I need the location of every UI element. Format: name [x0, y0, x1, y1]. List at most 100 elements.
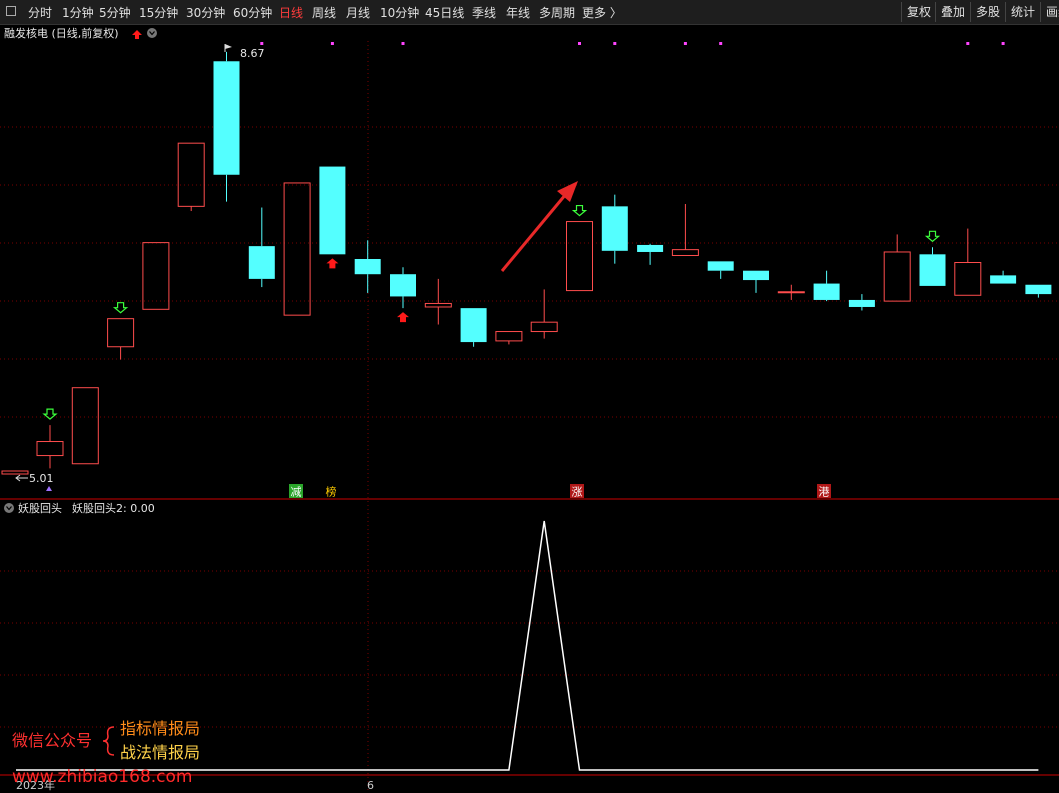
watermark-line1: 指标情报局 [120, 719, 200, 738]
candle-10 [390, 267, 416, 309]
candle-24-body [883, 251, 911, 302]
top-marker-icon-2 [401, 42, 405, 45]
candle-2 [107, 318, 135, 360]
partial-candle-stub [1, 470, 29, 475]
candle-6 [248, 207, 275, 288]
candle-9 [354, 240, 381, 293]
candle-26-body [954, 262, 982, 296]
candle-10-body [390, 274, 416, 297]
period-tab-5[interactable]: 60分钟 [233, 4, 272, 21]
top-marker-icon-0 [260, 42, 264, 45]
period-tab-11[interactable]: 季线 [472, 4, 496, 21]
period-tab-8[interactable]: 月线 [346, 4, 370, 21]
candle-22 [813, 270, 840, 302]
buy-signal-icon-1 [112, 302, 129, 314]
candle-14 [530, 289, 558, 339]
buy-signal-icon-3 [924, 230, 941, 243]
buy-signal-icon-2 [571, 204, 588, 217]
sub-panel-title: 妖股回头 [18, 501, 62, 515]
badge-3: 涨 [570, 484, 584, 499]
period-tab-0[interactable]: 分时 [28, 4, 52, 21]
toolbar-button-4[interactable]: 画线 [1040, 2, 1059, 22]
badge-2-text: 榜 [326, 485, 337, 499]
period-tab-12[interactable]: 年线 [506, 4, 530, 21]
candle-11 [424, 278, 452, 325]
badge-1-text: 减 [291, 486, 302, 499]
candle-12 [460, 308, 487, 347]
toolbar-button-1[interactable]: 叠加 [935, 2, 970, 22]
period-tab-4[interactable]: 30分钟 [186, 4, 225, 21]
watermark-line2: 战法情报局 [120, 743, 200, 762]
top-marker-icon-5 [683, 42, 687, 45]
high-price-flag-icon [224, 44, 232, 52]
toolbar-button-3[interactable]: 统计 [1005, 2, 1040, 22]
candle-25 [919, 247, 946, 286]
candle-4 [177, 142, 205, 212]
period-tab-3[interactable]: 15分钟 [139, 4, 178, 21]
candle-27-body [990, 275, 1017, 284]
badge-4: 港 [817, 484, 831, 499]
candle-18-body [671, 249, 699, 256]
candle-15-body [566, 221, 593, 292]
period-tab-7[interactable]: 周线 [312, 4, 336, 21]
candle-8-body [319, 166, 346, 255]
candle-3-body [142, 242, 170, 310]
candle-12-body [460, 308, 487, 343]
candle-5 [213, 51, 240, 202]
candle-1 [71, 387, 99, 465]
candle-3 [142, 242, 170, 310]
top-marker-icon-7 [966, 42, 970, 45]
candle-13 [495, 331, 523, 345]
candle-16-body [601, 206, 628, 251]
candle-26 [954, 228, 982, 296]
main-panel-settings-icon[interactable] [147, 28, 157, 38]
candle-18 [671, 204, 699, 256]
top-marker-icon-4 [613, 42, 617, 45]
period-tab-9[interactable]: 10分钟 [380, 4, 419, 21]
candle-19 [707, 261, 734, 279]
watermark-brace-icon [102, 726, 115, 756]
sell-signal-icon-0 [326, 258, 339, 269]
period-tab-1[interactable]: 1分钟 [62, 4, 94, 21]
candle-13-body [495, 331, 523, 342]
badge-1: 减 [289, 484, 303, 499]
period-tab-13[interactable]: 多周期 [539, 4, 575, 21]
candle-6-body [248, 246, 275, 279]
x-axis-month-label: 6 [367, 779, 374, 792]
candle-17-body [637, 244, 664, 252]
top-marker-icon-3 [578, 42, 581, 45]
toolbar-button-0[interactable]: 复权 [901, 2, 936, 22]
period-tab-2[interactable]: 5分钟 [99, 4, 131, 21]
watermark-url: www.zhibiao168.com [12, 767, 192, 787]
candle-2-body [107, 318, 135, 348]
sell-signal-icon-1 [397, 312, 409, 323]
candle-28-body [1025, 284, 1052, 295]
period-tab-10[interactable]: 45日线 [425, 4, 464, 21]
sub-panel-settings-icon[interactable] [4, 503, 14, 513]
top-marker-icon-6 [719, 42, 723, 45]
candle-14-body [530, 321, 558, 333]
candle-5-body [213, 61, 240, 175]
main-panel-title: 融发核电 (日线,前复权) [4, 26, 119, 40]
period-tab-14[interactable]: 更多 〉 [582, 4, 622, 21]
candle-16 [601, 194, 628, 264]
badge-4-text: 港 [819, 486, 830, 499]
high-price-label: 8.67 [240, 47, 265, 60]
candle-9-body [354, 259, 381, 275]
candle-23-body [848, 299, 875, 307]
candle-20 [743, 270, 769, 293]
candle-4-body [177, 142, 205, 207]
period-tab-6[interactable]: 日线 [279, 4, 303, 21]
top-marker-icon-8 [1001, 42, 1005, 45]
candle-7 [283, 182, 311, 316]
badge-2: 榜 [324, 484, 338, 499]
low-price-arrow-icon [15, 474, 28, 482]
candle-21-body [777, 291, 805, 294]
candle-19-body [707, 261, 734, 271]
small-pink-marker-icon [46, 486, 52, 491]
candle-22-body [813, 283, 840, 300]
candle-25-body [919, 254, 946, 286]
grid-layer [0, 41, 1059, 793]
panel-toggle-icon[interactable] [6, 6, 16, 16]
toolbar-button-2[interactable]: 多股 [970, 2, 1005, 22]
